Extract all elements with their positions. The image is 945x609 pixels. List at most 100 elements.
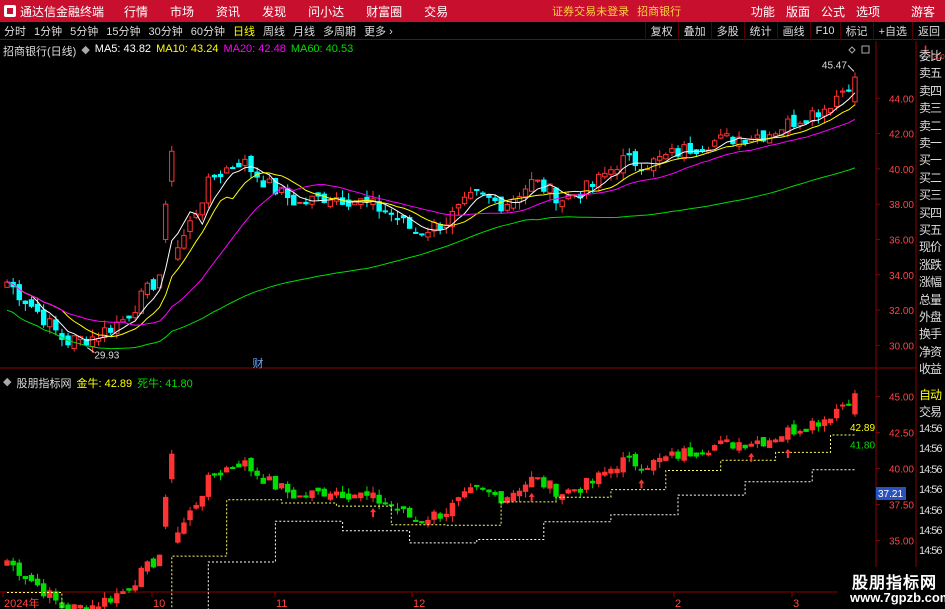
tool-huaxian[interactable]: 画线 [776,21,810,40]
ind-candle-body[interactable] [352,494,358,499]
ind-candle-body[interactable] [687,447,693,457]
ind-candle-body[interactable] [47,590,53,598]
ind-candle-body[interactable] [461,491,468,498]
candle-body[interactable] [297,201,303,204]
candle-body[interactable] [175,247,181,260]
ind-candle-body[interactable] [162,496,169,527]
ind-candle-body[interactable] [4,560,10,566]
ind-candle-body[interactable] [785,427,791,440]
ind-candle-body[interactable] [638,468,645,471]
period-daily[interactable]: 日线 [229,23,259,39]
period-multi[interactable]: 多周期 [319,23,360,39]
side-item[interactable]: 14:56 [919,484,945,496]
ind-candle-body[interactable] [321,488,327,497]
candle-body[interactable] [394,218,401,221]
tool-biaoji[interactable]: 标记 [839,21,873,40]
menu-banmian[interactable]: 版面 [786,3,810,20]
menu-shichang[interactable]: 市场 [170,3,194,20]
ind-candle-body[interactable] [413,519,419,522]
candle-body[interactable] [455,204,462,209]
candle-body[interactable] [89,336,96,348]
ind-candle-body[interactable] [169,453,175,480]
menu-jiaoyi[interactable]: 交易 [424,3,448,20]
ind-candle-body[interactable] [77,605,83,609]
ind-candle-body[interactable] [730,442,736,449]
ind-candle-body[interactable] [364,491,370,496]
diamond-icon[interactable] [848,46,856,54]
candle-body[interactable] [522,188,529,198]
candle-body[interactable] [840,90,846,93]
ind-candle-body[interactable] [815,422,822,427]
ind-candle-body[interactable] [522,484,529,492]
ind-candle-body[interactable] [120,591,126,594]
candle-body[interactable] [809,110,815,122]
ind-candle-body[interactable] [675,451,681,459]
menu-wenxiaoda[interactable]: 问小达 [308,3,344,20]
ind-candle-body[interactable] [724,439,730,443]
ind-candle-body[interactable] [589,480,596,484]
ind-candle-body[interactable] [602,471,608,476]
candle-body[interactable] [205,176,212,204]
ind-candle-body[interactable] [345,493,352,500]
ind-candle-body[interactable] [376,494,382,504]
candle-body[interactable] [589,183,596,187]
candle-body[interactable] [815,112,822,118]
tool-fuquan[interactable]: 复权 [644,21,678,40]
ind-candle-body[interactable] [132,585,138,591]
candle-body[interactable] [150,279,157,290]
menu-gongshi[interactable]: 公式 [821,3,845,20]
candle-body[interactable] [413,231,419,234]
ind-candle-body[interactable] [193,504,199,509]
ind-candle-body[interactable] [693,452,700,457]
ind-candle-body[interactable] [138,567,144,587]
ind-candle-body[interactable] [779,436,785,442]
ind-candle-body[interactable] [498,491,504,504]
candle-body[interactable] [291,194,297,206]
ind-candle-body[interactable] [809,420,815,431]
candle-body[interactable] [138,290,144,314]
ind-candle-body[interactable] [40,583,47,597]
candle-body[interactable] [553,187,559,204]
period-5min[interactable]: 5分钟 [66,23,102,39]
candle-body[interactable] [467,191,474,199]
candle-body[interactable] [583,180,590,195]
ind-candle-body[interactable] [400,506,407,509]
candle-body[interactable] [419,233,425,236]
period-weekly[interactable]: 周线 [259,23,289,39]
candle-body[interactable] [199,202,205,216]
ind-candle-body[interactable] [571,489,578,492]
ind-candle-body[interactable] [632,454,639,467]
ind-candle-body[interactable] [28,574,35,582]
ind-candle-body[interactable] [742,444,748,449]
ind-candle-body[interactable] [53,591,59,601]
candle-body[interactable] [559,200,565,208]
ind-candle-body[interactable] [492,491,498,495]
ind-candle-body[interactable] [211,473,218,476]
ind-candle-body[interactable] [303,495,309,498]
ind-candle-body[interactable] [187,510,193,521]
ind-candle-body[interactable] [705,452,712,456]
candle-body[interactable] [833,95,840,108]
period-1min[interactable]: 1分钟 [30,23,66,39]
ind-candle-body[interactable] [248,457,254,472]
candle-body[interactable] [437,224,443,231]
candle-body[interactable] [126,315,132,319]
ind-candle-body[interactable] [644,467,651,470]
ind-candle-body[interactable] [327,493,334,500]
ind-candle-body[interactable] [650,459,657,471]
candle-body[interactable] [663,153,669,160]
candle-body[interactable] [236,162,242,168]
candle-body[interactable] [162,203,169,240]
ind-candle-body[interactable] [833,408,840,419]
ind-candle-body[interactable] [260,477,266,484]
ind-candle-body[interactable] [711,445,718,451]
candle-body[interactable] [718,134,724,139]
candle-body[interactable] [425,231,431,238]
ind-candle-body[interactable] [382,502,388,505]
ind-candle-body[interactable] [772,439,779,443]
candle-body[interactable] [846,89,852,92]
candle-body[interactable] [321,193,327,203]
tool-duogu[interactable]: 多股 [710,21,744,40]
maximize-icon[interactable] [861,45,870,54]
ind-candle-body[interactable] [394,508,401,511]
